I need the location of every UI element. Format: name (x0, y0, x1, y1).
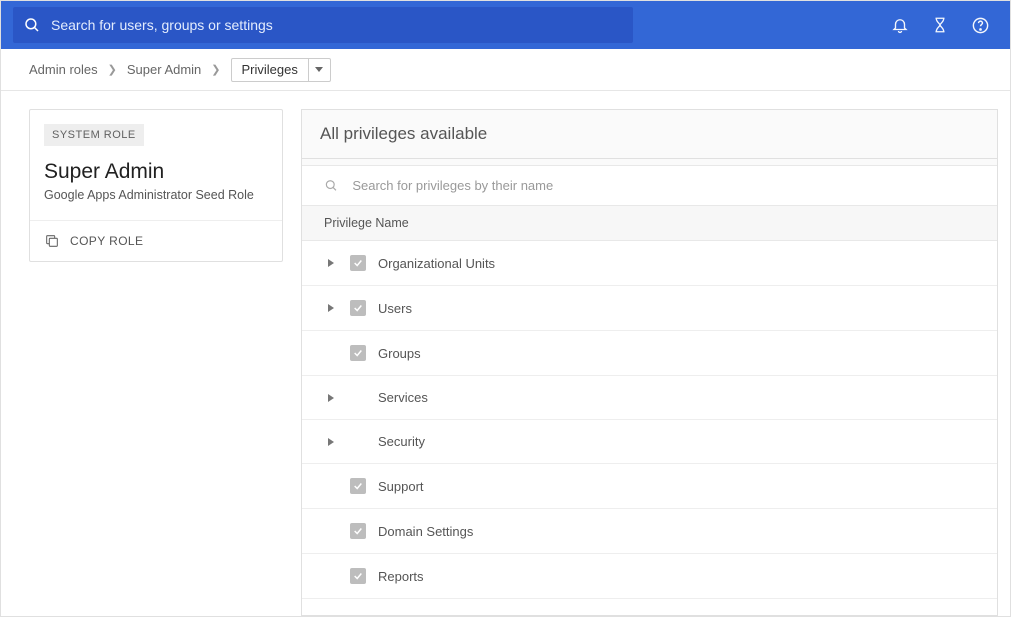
privilege-label: Organizational Units (378, 256, 495, 271)
privilege-row: Security (302, 420, 997, 464)
privilege-label: Domain Settings (378, 524, 473, 539)
bell-icon[interactable] (891, 16, 909, 34)
chevron-right-icon: ❯ (211, 63, 220, 76)
role-subtitle: Google Apps Administrator Seed Role (30, 188, 282, 220)
privilege-row: Groups (302, 331, 997, 376)
privileges-search-input[interactable] (352, 178, 975, 193)
privilege-label: Users (378, 301, 412, 316)
privilege-row: Support (302, 464, 997, 509)
system-role-badge: SYSTEM ROLE (44, 124, 144, 146)
triangle-right-icon (328, 304, 334, 312)
privilege-row: Reports (302, 554, 997, 599)
top-bar (1, 1, 1010, 49)
triangle-right-icon (328, 438, 334, 446)
triangle-right-icon (328, 259, 334, 267)
global-search-wrap[interactable] (13, 7, 633, 43)
expand-toggle[interactable] (324, 394, 338, 402)
privilege-label: Support (378, 479, 424, 494)
breadcrumb: Admin roles ❯ Super Admin ❯ Privileges (1, 49, 1010, 91)
chevron-right-icon: ❯ (108, 63, 117, 76)
privileges-search-row (302, 166, 997, 206)
help-icon[interactable] (971, 16, 990, 35)
search-icon (324, 178, 338, 193)
breadcrumb-root[interactable]: Admin roles (29, 62, 98, 77)
privilege-checkbox[interactable] (350, 345, 366, 361)
privilege-label: Reports (378, 569, 424, 584)
privilege-checkbox[interactable] (350, 478, 366, 494)
privilege-label: Groups (378, 346, 421, 361)
breadcrumb-current-label: Privileges (232, 62, 308, 77)
breadcrumb-mid[interactable]: Super Admin (127, 62, 201, 77)
copy-role-button[interactable]: COPY ROLE (30, 220, 282, 261)
search-icon (23, 16, 41, 34)
copy-role-label: COPY ROLE (70, 234, 143, 248)
privilege-row: Services (302, 376, 997, 420)
privilege-row: Organizational Units (302, 241, 997, 286)
privilege-checkbox[interactable] (350, 568, 366, 584)
hourglass-icon[interactable] (931, 16, 949, 34)
privilege-label: Services (378, 390, 428, 405)
role-title: Super Admin (30, 146, 282, 188)
expand-toggle[interactable] (324, 438, 338, 446)
expand-toggle[interactable] (324, 304, 338, 312)
privilege-row: Users (302, 286, 997, 331)
panel-header: All privileges available (302, 110, 997, 159)
top-icon-group (891, 16, 998, 35)
privilege-column-header: Privilege Name (302, 206, 997, 241)
expand-toggle[interactable] (324, 259, 338, 267)
privilege-list: Organizational Units Users Groups Services S… (302, 241, 997, 599)
privilege-checkbox[interactable] (350, 300, 366, 316)
breadcrumb-current-dropdown[interactable]: Privileges (231, 58, 331, 82)
triangle-right-icon (328, 394, 334, 402)
content-area: SYSTEM ROLE Super Admin Google Apps Admi… (1, 91, 1010, 616)
privilege-row: Domain Settings (302, 509, 997, 554)
privileges-panel: All privileges available Privilege Name … (301, 109, 998, 616)
privilege-checkbox[interactable] (350, 255, 366, 271)
privilege-checkbox[interactable] (350, 523, 366, 539)
role-card: SYSTEM ROLE Super Admin Google Apps Admi… (29, 109, 283, 262)
caret-down-icon[interactable] (308, 59, 330, 81)
privileges-body: Privilege Name Organizational Units Users… (302, 165, 997, 615)
global-search-input[interactable] (51, 17, 623, 33)
copy-icon (44, 233, 60, 249)
privilege-label: Security (378, 434, 425, 449)
